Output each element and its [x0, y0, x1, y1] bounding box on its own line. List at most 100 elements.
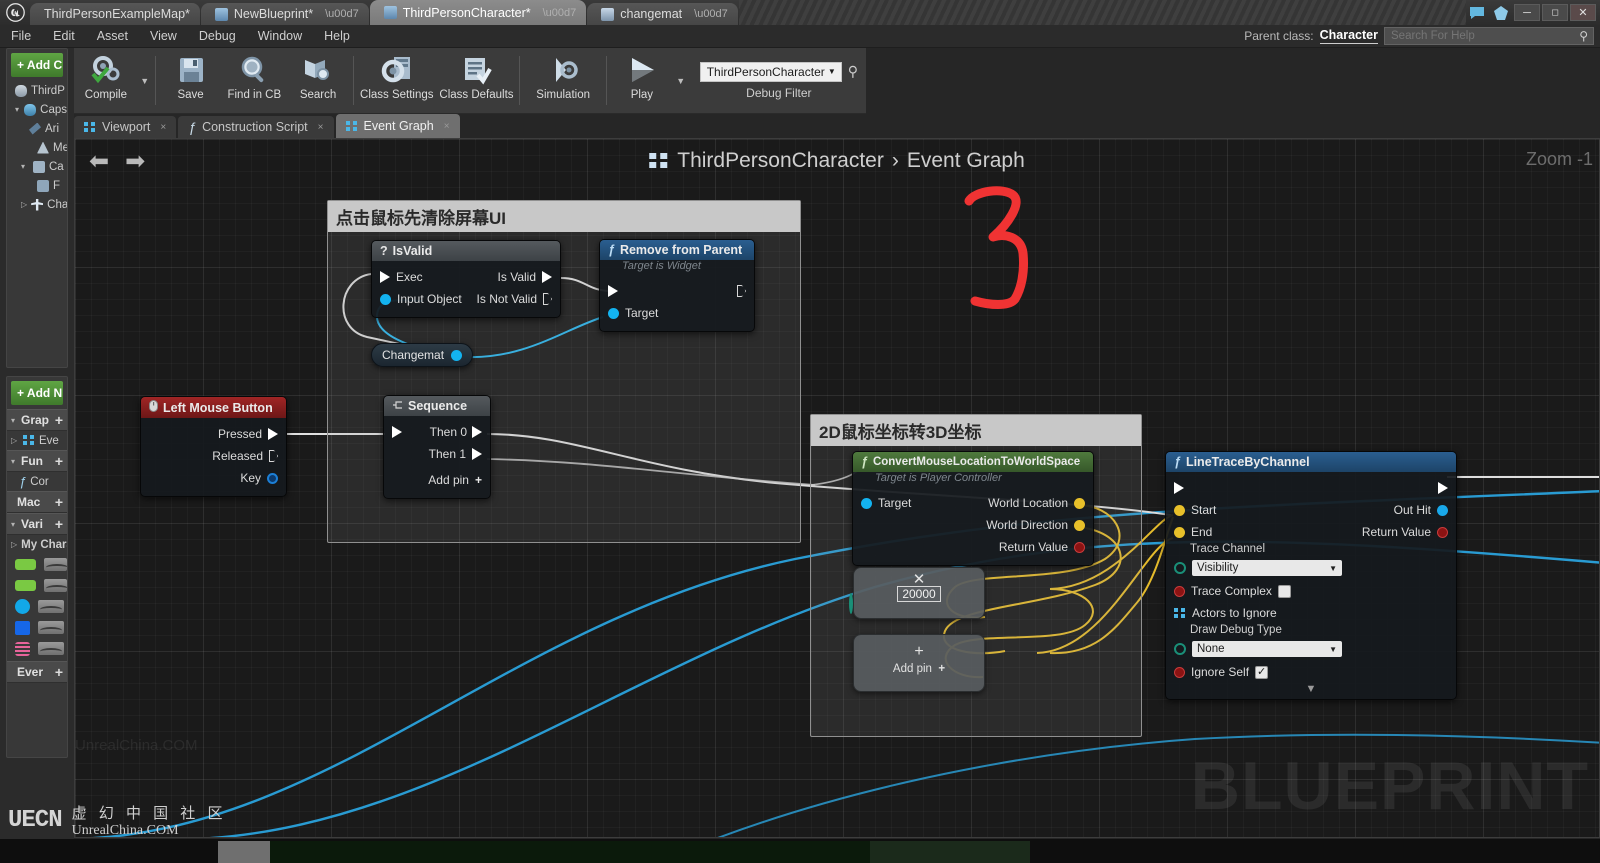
class-settings-button[interactable]: Class Settings — [357, 48, 437, 113]
node-changemat-variable[interactable]: Changemat — [371, 343, 474, 367]
pin-row-trace-channel[interactable]: Visibility ▼ — [1166, 556, 1456, 580]
tab-viewport[interactable]: Viewport × — [74, 116, 177, 138]
target-pin[interactable] — [861, 497, 872, 509]
world-direction-pin[interactable] — [1074, 519, 1085, 531]
tab-changemat[interactable]: changemat \u00d7 — [587, 3, 738, 25]
chevron-down-icon[interactable]: ▼ — [1166, 683, 1456, 697]
tab-newblueprint[interactable]: NewBlueprint* \u00d7 — [200, 3, 369, 25]
array-pin-icon[interactable] — [1174, 607, 1186, 619]
then1-exec-pin[interactable] — [472, 448, 482, 460]
node-header[interactable]: ƒ Remove from Parent — [600, 240, 754, 260]
add-graph-button[interactable]: + — [55, 412, 63, 428]
pin-row-pressed[interactable]: Pressed — [141, 423, 286, 445]
debug-filter-select[interactable]: ThirdPersonCharacter ▼ — [699, 61, 842, 82]
tab-event-graph[interactable]: Event Graph × — [335, 114, 460, 138]
trace-channel-select[interactable]: Visibility ▼ — [1192, 560, 1342, 576]
play-button[interactable]: Play — [610, 48, 674, 113]
pin-row-exec[interactable] — [1166, 477, 1456, 499]
pin-row-return-value[interactable]: Return Value — [853, 536, 1093, 558]
taskbar-item[interactable] — [270, 841, 870, 863]
magnifier-icon[interactable]: ⚲ — [848, 63, 858, 80]
chat-bubble-icon[interactable] — [1466, 4, 1488, 22]
add-new-button[interactable]: + Add N — [11, 381, 63, 405]
breadcrumb-root[interactable]: ThirdPersonCharacter — [677, 149, 884, 173]
variable-row[interactable] — [7, 554, 67, 575]
menu-debug[interactable]: Debug — [188, 25, 247, 48]
pin-row-then1[interactable]: Then 1 — [384, 443, 490, 465]
variable-output-pin[interactable] — [451, 349, 463, 361]
arrow-right-icon[interactable]: ➡ — [125, 147, 145, 176]
target-pin[interactable] — [608, 307, 619, 319]
section-graphs[interactable]: ▾ Grap + — [7, 409, 67, 431]
pin-row-target[interactable]: Target — [600, 302, 754, 324]
add-macro-button[interactable]: + — [55, 494, 63, 510]
window-controls[interactable]: ─ ◻ ✕ — [1466, 0, 1600, 25]
comment-title[interactable]: 点击鼠标先清除屏幕UI — [328, 201, 800, 232]
document-tab-strip[interactable]: ThirdPersonExampleMap* NewBlueprint* \u0… — [30, 0, 739, 25]
compile-dropdown-caret[interactable]: ▼ — [138, 48, 152, 113]
close-icon[interactable]: \u00d7 — [325, 8, 359, 20]
node-left-mouse-button[interactable]: Left Mouse Button Pressed Released Key — [140, 396, 287, 497]
find-in-cb-button[interactable]: Find in CB — [222, 48, 286, 113]
save-button[interactable]: Save — [159, 48, 223, 113]
exec-in-pin[interactable] — [392, 426, 402, 438]
draw-debug-type-select[interactable]: None ▼ — [1192, 641, 1342, 657]
function-item-construction[interactable]: ƒ Cor — [7, 472, 67, 491]
pin-row-ignore-self[interactable]: Ignore Self ✓ — [1166, 661, 1456, 683]
pin-row-end[interactable]: End Return Value — [1166, 521, 1456, 543]
tab-construction-script[interactable]: ƒ Construction Script × — [178, 116, 334, 138]
graph-item-eventgraph[interactable]: ▷ Eve — [7, 431, 67, 450]
component-item-mesh[interactable]: Me — [7, 138, 67, 157]
ignore-self-pin[interactable] — [1174, 666, 1185, 678]
return-value-pin[interactable] — [1074, 541, 1085, 553]
simulation-button[interactable]: Simulation — [523, 48, 603, 113]
node-remove-from-parent[interactable]: ƒ Remove from Parent Target is Widget Ta… — [599, 239, 755, 332]
node-sequence[interactable]: Sequence Then 0 Then 1 Add pin + — [383, 395, 491, 499]
multiply-value-field[interactable]: 20000 — [897, 586, 941, 602]
component-item-character[interactable]: ▷ Char — [7, 195, 67, 214]
return-value-pin[interactable] — [1437, 526, 1448, 538]
add-variable-button[interactable]: + — [55, 516, 63, 532]
node-header[interactable]: Left Mouse Button — [141, 397, 286, 418]
play-dropdown-caret[interactable]: ▼ — [674, 48, 688, 113]
pin-row-actors-to-ignore[interactable]: Actors to Ignore — [1166, 602, 1456, 624]
start-pin[interactable] — [1174, 504, 1185, 516]
component-item-capsule[interactable]: ▾ Caps — [7, 100, 67, 119]
close-button[interactable]: ✕ — [1570, 4, 1596, 21]
pin-row-target[interactable]: Target World Location — [853, 492, 1093, 514]
pin-row-input-object[interactable]: Input Object Is Not Valid — [372, 288, 560, 310]
menu-view[interactable]: View — [139, 25, 188, 48]
menu-edit[interactable]: Edit — [42, 25, 86, 48]
variable-row[interactable] — [7, 638, 67, 659]
trace-channel-pin[interactable] — [1174, 562, 1186, 574]
component-item-camera[interactable]: F — [7, 176, 67, 195]
node-add[interactable]: + Add pin + — [853, 634, 985, 692]
out-hit-pin[interactable] — [1437, 504, 1448, 516]
pin-row-start[interactable]: Start Out Hit — [1166, 499, 1456, 521]
draw-debug-type-pin[interactable] — [1174, 643, 1186, 655]
event-graph-canvas[interactable]: ⬅ ➡ ThirdPersonCharacter › Event Graph Z… — [74, 138, 1600, 838]
section-eventdispatchers[interactable]: Ever + — [7, 661, 67, 683]
node-header[interactable]: ƒ ConvertMouseLocationToWorldSpace — [853, 452, 1093, 472]
component-item-arrow[interactable]: Ari — [7, 119, 67, 138]
exec-in-pin[interactable] — [608, 285, 618, 297]
menu-window[interactable]: Window — [247, 25, 313, 48]
add-pin-button[interactable]: Add pin + — [384, 469, 490, 491]
exec-out-pin[interactable] — [1438, 482, 1448, 494]
world-location-pin[interactable] — [1074, 497, 1085, 509]
node-line-trace-by-channel[interactable]: ƒ LineTraceByChannel Start Out Hit End R… — [1165, 451, 1457, 700]
variable-category-mycharacter[interactable]: ▷ My Chara — [7, 535, 67, 554]
pin-row-then0[interactable]: Then 0 — [384, 421, 490, 443]
search-button[interactable]: Search — [286, 48, 350, 113]
plus-icon[interactable]: + — [935, 663, 945, 675]
minimize-button[interactable]: ─ — [1514, 4, 1540, 21]
help-search-input[interactable] — [1391, 30, 1587, 42]
pin-row-draw-debug-type[interactable]: None ▼ — [1166, 637, 1456, 661]
tab-thirdpersonexamplemap[interactable]: ThirdPersonExampleMap* — [30, 3, 200, 25]
input-object-pin[interactable] — [380, 293, 391, 305]
add-function-button[interactable]: + — [55, 453, 63, 469]
exec-out-isvalid-pin[interactable] — [542, 271, 552, 283]
trace-complex-checkbox[interactable] — [1277, 584, 1291, 598]
pin-row-exec[interactable]: Exec Is Valid — [372, 266, 560, 288]
pin-row-trace-complex[interactable]: Trace Complex — [1166, 580, 1456, 602]
